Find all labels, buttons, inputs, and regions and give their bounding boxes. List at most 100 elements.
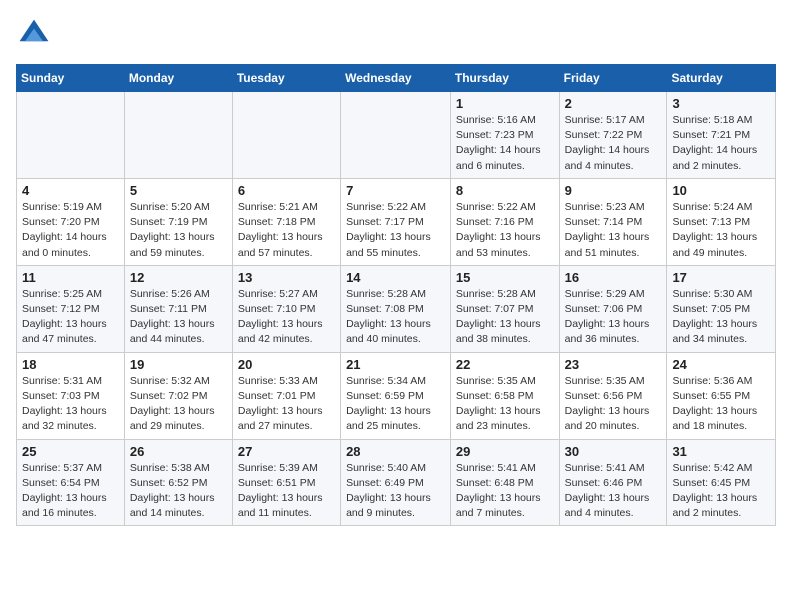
day-info: Sunrise: 5:29 AM Sunset: 7:06 PM Dayligh… xyxy=(565,287,662,348)
calendar-cell: 4Sunrise: 5:19 AM Sunset: 7:20 PM Daylig… xyxy=(17,178,125,265)
calendar-cell: 17 Sunrise: 5:30 AM Sunset: 7:05 PM Dayli… xyxy=(667,265,776,352)
calendar-cell: 16 Sunrise: 5:29 AM Sunset: 7:06 PM Dayli… xyxy=(559,265,667,352)
day-info: Sunrise: 5:21 AM Sunset: 7:18 PM Dayligh… xyxy=(238,200,335,261)
day-number: 17 xyxy=(672,270,770,285)
day-info: Sunrise: 5:37 AM Sunset: 6:54 PM Dayligh… xyxy=(22,461,119,522)
day-number: 25 xyxy=(22,444,119,459)
day-info: Sunrise: 5:34 AM Sunset: 6:59 PM Dayligh… xyxy=(346,374,445,435)
day-info: Sunrise: 5:23 AM Sunset: 7:14 PM Dayligh… xyxy=(565,200,662,261)
day-number: 31 xyxy=(672,444,770,459)
day-info: Sunrise: 5:36 AM Sunset: 6:55 PM Dayligh… xyxy=(672,374,770,435)
calendar-cell xyxy=(341,92,451,179)
calendar-cell: 11 Sunrise: 5:25 AM Sunset: 7:12 PM Dayli… xyxy=(17,265,125,352)
day-info: Sunrise: 5:25 AM Sunset: 7:12 PM Dayligh… xyxy=(22,287,119,348)
day-number: 6 xyxy=(238,183,335,198)
day-number: 29 xyxy=(456,444,554,459)
day-number: 16 xyxy=(565,270,662,285)
day-number: 5 xyxy=(130,183,227,198)
logo xyxy=(16,16,56,52)
logo-icon xyxy=(16,16,52,52)
day-info: Sunrise: 5:28 AM Sunset: 7:08 PM Dayligh… xyxy=(346,287,445,348)
day-number: 12 xyxy=(130,270,227,285)
day-number: 9 xyxy=(565,183,662,198)
day-number: 26 xyxy=(130,444,227,459)
day-info: Sunrise: 5:28 AM Sunset: 7:07 PM Dayligh… xyxy=(456,287,554,348)
calendar-cell: 21 Sunrise: 5:34 AM Sunset: 6:59 PM Dayli… xyxy=(341,352,451,439)
weekday-header-saturday: Saturday xyxy=(667,65,776,92)
day-info: Sunrise: 5:27 AM Sunset: 7:10 PM Dayligh… xyxy=(238,287,335,348)
day-number: 14 xyxy=(346,270,445,285)
calendar-cell: 9 Sunrise: 5:23 AM Sunset: 7:14 PM Daylig… xyxy=(559,178,667,265)
day-number: 15 xyxy=(456,270,554,285)
day-number: 27 xyxy=(238,444,335,459)
calendar-week-4: 18Sunrise: 5:31 AM Sunset: 7:03 PM Dayli… xyxy=(17,352,776,439)
calendar-cell: 10 Sunrise: 5:24 AM Sunset: 7:13 PM Dayli… xyxy=(667,178,776,265)
calendar-cell: 28 Sunrise: 5:40 AM Sunset: 6:49 PM Dayli… xyxy=(341,439,451,526)
calendar-week-1: 1Sunrise: 5:16 AM Sunset: 7:23 PM Daylig… xyxy=(17,92,776,179)
calendar-cell: 25 Sunrise: 5:37 AM Sunset: 6:54 PM Dayli… xyxy=(17,439,125,526)
day-info: Sunrise: 5:32 AM Sunset: 7:02 PM Dayligh… xyxy=(130,374,227,435)
calendar-cell: 15 Sunrise: 5:28 AM Sunset: 7:07 PM Dayli… xyxy=(450,265,559,352)
calendar-cell xyxy=(17,92,125,179)
day-number: 28 xyxy=(346,444,445,459)
day-number: 11 xyxy=(22,270,119,285)
calendar-week-2: 4Sunrise: 5:19 AM Sunset: 7:20 PM Daylig… xyxy=(17,178,776,265)
day-number: 19 xyxy=(130,357,227,372)
calendar-cell: 31 Sunrise: 5:42 AM Sunset: 6:45 PM Dayli… xyxy=(667,439,776,526)
day-info: Sunrise: 5:18 AM Sunset: 7:21 PM Dayligh… xyxy=(672,113,770,174)
day-info: Sunrise: 5:42 AM Sunset: 6:45 PM Dayligh… xyxy=(672,461,770,522)
day-info: Sunrise: 5:30 AM Sunset: 7:05 PM Dayligh… xyxy=(672,287,770,348)
calendar-table: SundayMondayTuesdayWednesdayThursdayFrid… xyxy=(16,64,776,526)
calendar-cell: 12 Sunrise: 5:26 AM Sunset: 7:11 PM Dayli… xyxy=(124,265,232,352)
calendar-cell: 30Sunrise: 5:41 AM Sunset: 6:46 PM Dayli… xyxy=(559,439,667,526)
day-number: 10 xyxy=(672,183,770,198)
calendar-cell: 22Sunrise: 5:35 AM Sunset: 6:58 PM Dayli… xyxy=(450,352,559,439)
day-info: Sunrise: 5:38 AM Sunset: 6:52 PM Dayligh… xyxy=(130,461,227,522)
day-info: Sunrise: 5:17 AM Sunset: 7:22 PM Dayligh… xyxy=(565,113,662,174)
day-info: Sunrise: 5:31 AM Sunset: 7:03 PM Dayligh… xyxy=(22,374,119,435)
calendar-cell: 13 Sunrise: 5:27 AM Sunset: 7:10 PM Dayli… xyxy=(232,265,340,352)
day-number: 7 xyxy=(346,183,445,198)
calendar-cell: 5 Sunrise: 5:20 AM Sunset: 7:19 PM Daylig… xyxy=(124,178,232,265)
day-number: 8 xyxy=(456,183,554,198)
calendar-cell xyxy=(232,92,340,179)
calendar-cell: 7 Sunrise: 5:22 AM Sunset: 7:17 PM Daylig… xyxy=(341,178,451,265)
weekday-header-tuesday: Tuesday xyxy=(232,65,340,92)
calendar-header: SundayMondayTuesdayWednesdayThursdayFrid… xyxy=(17,65,776,92)
calendar-body: 1Sunrise: 5:16 AM Sunset: 7:23 PM Daylig… xyxy=(17,92,776,526)
calendar-cell: 27 Sunrise: 5:39 AM Sunset: 6:51 PM Dayli… xyxy=(232,439,340,526)
weekday-row: SundayMondayTuesdayWednesdayThursdayFrid… xyxy=(17,65,776,92)
weekday-header-monday: Monday xyxy=(124,65,232,92)
day-info: Sunrise: 5:20 AM Sunset: 7:19 PM Dayligh… xyxy=(130,200,227,261)
calendar-cell: 29 Sunrise: 5:41 AM Sunset: 6:48 PM Dayli… xyxy=(450,439,559,526)
calendar-cell: 24 Sunrise: 5:36 AM Sunset: 6:55 PM Dayli… xyxy=(667,352,776,439)
day-info: Sunrise: 5:33 AM Sunset: 7:01 PM Dayligh… xyxy=(238,374,335,435)
calendar-cell: 26 Sunrise: 5:38 AM Sunset: 6:52 PM Dayli… xyxy=(124,439,232,526)
day-info: Sunrise: 5:35 AM Sunset: 6:58 PM Dayligh… xyxy=(456,374,554,435)
page-header xyxy=(16,16,776,52)
weekday-header-sunday: Sunday xyxy=(17,65,125,92)
day-number: 20 xyxy=(238,357,335,372)
day-info: Sunrise: 5:26 AM Sunset: 7:11 PM Dayligh… xyxy=(130,287,227,348)
calendar-cell: 1Sunrise: 5:16 AM Sunset: 7:23 PM Daylig… xyxy=(450,92,559,179)
day-info: Sunrise: 5:22 AM Sunset: 7:17 PM Dayligh… xyxy=(346,200,445,261)
calendar-cell: 8 Sunrise: 5:22 AM Sunset: 7:16 PM Daylig… xyxy=(450,178,559,265)
calendar-cell: 14 Sunrise: 5:28 AM Sunset: 7:08 PM Dayli… xyxy=(341,265,451,352)
day-number: 24 xyxy=(672,357,770,372)
day-number: 21 xyxy=(346,357,445,372)
day-info: Sunrise: 5:39 AM Sunset: 6:51 PM Dayligh… xyxy=(238,461,335,522)
day-info: Sunrise: 5:35 AM Sunset: 6:56 PM Dayligh… xyxy=(565,374,662,435)
day-info: Sunrise: 5:40 AM Sunset: 6:49 PM Dayligh… xyxy=(346,461,445,522)
calendar-cell: 6 Sunrise: 5:21 AM Sunset: 7:18 PM Daylig… xyxy=(232,178,340,265)
calendar-cell: 2 Sunrise: 5:17 AM Sunset: 7:22 PM Daylig… xyxy=(559,92,667,179)
day-number: 23 xyxy=(565,357,662,372)
weekday-header-friday: Friday xyxy=(559,65,667,92)
day-number: 13 xyxy=(238,270,335,285)
day-info: Sunrise: 5:22 AM Sunset: 7:16 PM Dayligh… xyxy=(456,200,554,261)
day-info: Sunrise: 5:41 AM Sunset: 6:48 PM Dayligh… xyxy=(456,461,554,522)
day-number: 30 xyxy=(565,444,662,459)
day-number: 3 xyxy=(672,96,770,111)
day-number: 2 xyxy=(565,96,662,111)
calendar-cell: 18Sunrise: 5:31 AM Sunset: 7:03 PM Dayli… xyxy=(17,352,125,439)
day-info: Sunrise: 5:24 AM Sunset: 7:13 PM Dayligh… xyxy=(672,200,770,261)
